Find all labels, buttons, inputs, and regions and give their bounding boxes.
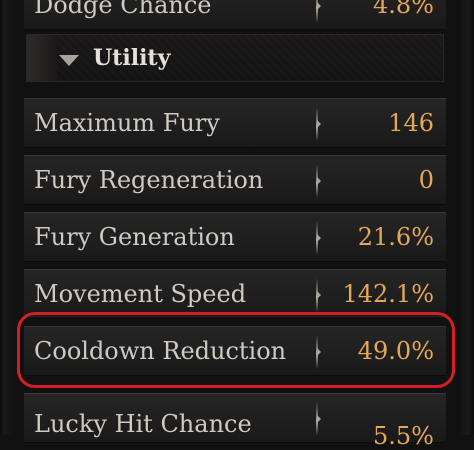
stat-label: Movement Speed bbox=[34, 280, 247, 308]
stat-row-fury-regeneration: Fury Regeneration 0 bbox=[24, 155, 446, 205]
row-divider bbox=[316, 402, 321, 436]
stat-label: Fury Generation bbox=[34, 223, 235, 251]
stat-row-maximum-fury: Maximum Fury 146 bbox=[24, 98, 446, 148]
section-header-utility[interactable]: Utility bbox=[26, 34, 444, 82]
stat-row-lucky-hit-chance: Lucky Hit Chance 5.5% bbox=[24, 393, 446, 450]
stats-panel: Dodge Chance 4.8% Utility Maximum Fury 1… bbox=[0, 0, 474, 450]
stat-value: 4.8% bbox=[373, 0, 434, 19]
stat-value: 21.6% bbox=[357, 223, 434, 251]
row-divider bbox=[316, 278, 321, 312]
stat-row-dodge-chance: Dodge Chance 4.8% bbox=[24, 0, 446, 30]
stat-value: 5.5% bbox=[373, 422, 434, 450]
stat-label: Lucky Hit Chance bbox=[34, 410, 252, 438]
stat-row-fury-generation: Fury Generation 21.6% bbox=[24, 212, 446, 262]
triangle-down-icon[interactable] bbox=[59, 55, 79, 66]
section-title: Utility bbox=[93, 45, 171, 71]
stat-value: 0 bbox=[418, 166, 434, 194]
row-divider bbox=[316, 0, 321, 23]
stat-label: Dodge Chance bbox=[34, 0, 212, 19]
row-divider bbox=[316, 107, 321, 141]
stat-label: Fury Regeneration bbox=[34, 166, 264, 194]
stat-value: 142.1% bbox=[342, 280, 434, 308]
stat-label: Maximum Fury bbox=[34, 109, 220, 137]
stat-value: 146 bbox=[388, 109, 434, 137]
row-divider bbox=[316, 164, 321, 198]
highlight-outline bbox=[17, 312, 455, 388]
row-divider bbox=[316, 221, 321, 255]
header-ornament bbox=[27, 35, 57, 81]
